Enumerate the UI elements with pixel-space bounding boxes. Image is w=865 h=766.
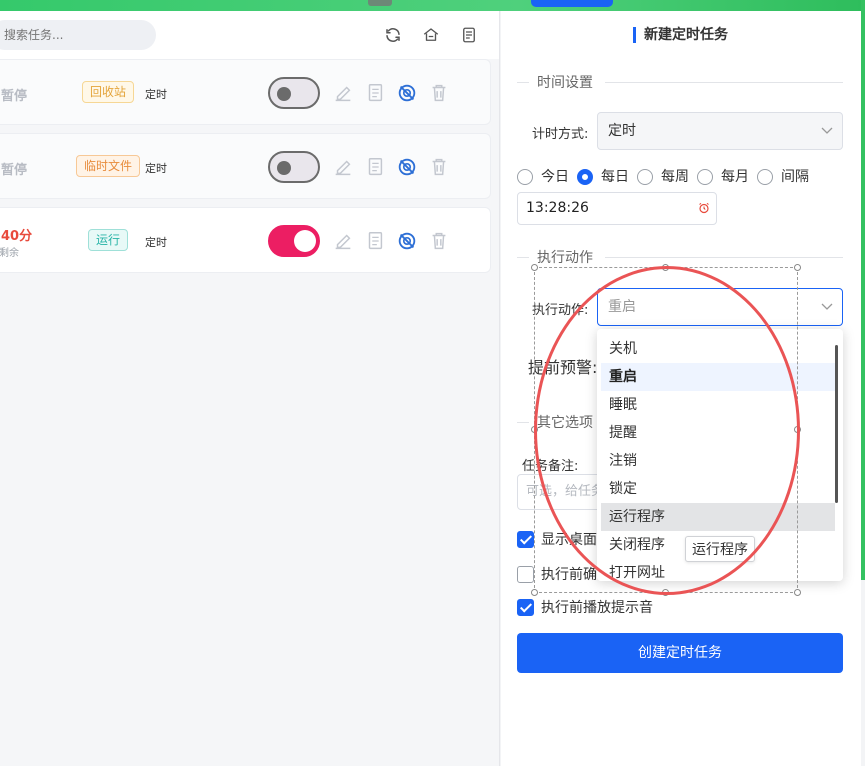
disable-icon[interactable] [396,156,418,178]
radio-monthly[interactable]: 每月 [697,168,749,188]
task-row[interactable]: 暂停 临时文件 定时 [0,133,491,199]
panel-title: 新建定时任务 [633,27,728,43]
task-list-panel: 暂停 回收站 定时 暂停 临时文件 定时 40分 剩余 运行 定时 [0,11,500,766]
task-toggle[interactable] [268,77,320,109]
timing-select[interactable]: 定时 [597,112,843,150]
edit-icon[interactable] [332,82,354,104]
dropdown-item-sleep[interactable]: 睡眠 [601,391,835,419]
task-status: 暂停 [1,89,28,104]
create-task-button[interactable]: 创建定时任务 [517,633,843,673]
copy-icon[interactable] [364,230,386,252]
disable-icon[interactable] [396,230,418,252]
selection-handle[interactable] [662,264,669,271]
section-time: 时间设置 [517,72,843,92]
selection-handle[interactable] [531,589,538,596]
dropdown-item-restart[interactable]: 重启 [601,363,835,391]
task-tag: 运行 [88,229,129,251]
task-row[interactable]: 暂停 回收站 定时 [0,59,491,125]
dropdown-item-lock[interactable]: 锁定 [601,475,835,503]
delete-icon[interactable] [428,156,450,178]
check-confirm-before[interactable]: 执行前确 [517,566,597,586]
task-type: 定时 [145,162,167,175]
timing-label: 计时方式: [532,127,589,142]
note-label: 任务备注: [522,459,579,474]
tooltip: 运行程序 [685,536,755,562]
task-type: 定时 [145,88,167,101]
top-active-tab[interactable] [531,0,613,7]
task-toggle[interactable] [268,225,320,257]
app-logo-icon [368,0,392,6]
top-window-bar [0,0,865,11]
action-select[interactable]: 重启 [597,288,843,326]
task-tag: 回收站 [82,81,135,103]
warn-label: 提前预警: [528,358,598,377]
task-remaining: 40分 [1,229,33,244]
window-edge [861,0,865,580]
task-list-header [0,11,499,59]
dropdown-item-open-url[interactable]: 打开网址 [601,559,835,581]
radio-interval[interactable]: 间隔 [757,168,809,188]
dropdown-item-reminder[interactable]: 提醒 [601,419,835,447]
selection-handle[interactable] [794,264,801,271]
dropdown-scrollbar[interactable] [835,345,838,503]
time-input[interactable]: 13:28:26 [517,192,717,225]
action-label: 执行动作: [532,303,589,318]
selection-handle[interactable] [531,264,538,271]
selection-handle[interactable] [794,589,801,596]
radio-daily[interactable]: 每日 [577,168,629,188]
search-input[interactable] [0,20,156,50]
edit-icon[interactable] [332,230,354,252]
copy-icon[interactable] [364,82,386,104]
check-play-sound[interactable]: 执行前播放提示音 [517,599,653,619]
copy-icon[interactable] [364,156,386,178]
task-tag: 临时文件 [76,155,141,177]
radio-today[interactable]: 今日 [517,168,569,188]
selection-handle[interactable] [531,426,538,433]
radio-weekly[interactable]: 每周 [637,168,689,188]
selection-handle[interactable] [662,589,669,596]
task-toggle[interactable] [268,151,320,183]
disable-icon[interactable] [396,82,418,104]
dropdown-item-logout[interactable]: 注销 [601,447,835,475]
chevron-down-icon [821,303,833,310]
task-status: 暂停 [1,163,28,178]
delete-icon[interactable] [428,82,450,104]
chevron-down-icon [821,127,833,134]
alarm-clock-icon [699,202,709,214]
task-row[interactable]: 40分 剩余 运行 定时 [0,207,491,273]
edit-icon[interactable] [332,156,354,178]
check-show-desktop[interactable]: 显示桌面 [517,531,597,551]
refresh-icon[interactable] [384,26,402,44]
log-icon[interactable] [460,26,478,44]
dropdown-item-run-program[interactable]: 运行程序 [601,503,835,531]
dropdown-item-shutdown[interactable]: 关机 [601,335,835,363]
home-icon[interactable] [422,26,440,44]
task-remaining-label: 剩余 [0,248,19,259]
delete-icon[interactable] [428,230,450,252]
selection-handle[interactable] [794,426,801,433]
task-type: 定时 [145,236,167,249]
